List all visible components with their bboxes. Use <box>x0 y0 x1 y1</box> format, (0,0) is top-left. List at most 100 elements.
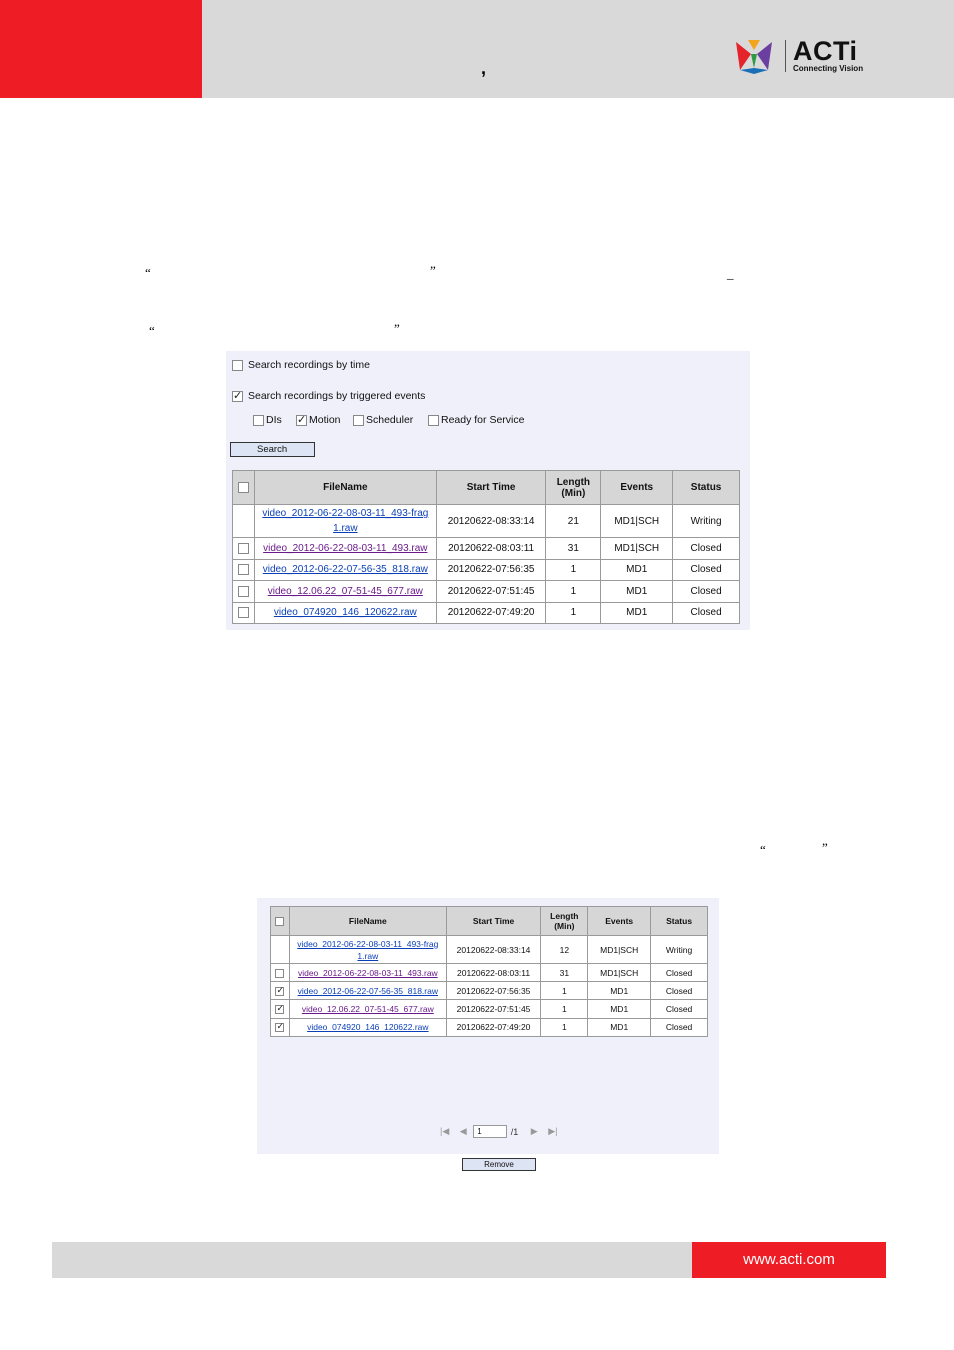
status-cell: Closed <box>672 601 740 624</box>
status-cell: Closed <box>672 580 740 603</box>
filename-cell: video_074920_146_120622.raw <box>288 1017 447 1037</box>
event-checkbox-ready-for-service[interactable] <box>428 414 439 426</box>
table-row: video_12.06.22_07-51-45_677.raw 20120622… <box>232 580 740 603</box>
select-all-cell[interactable] <box>270 906 290 936</box>
row-checkbox[interactable] <box>275 968 285 978</box>
row-checkbox[interactable] <box>275 985 285 996</box>
filename-link[interactable]: video_2012-06-22-08-03-11_493-frag 1.raw <box>262 508 428 534</box>
filename-link[interactable]: video_2012-06-22-07-56-35_818.raw <box>298 986 438 996</box>
status-cell: Closed <box>650 1017 708 1037</box>
length-cell: 31 <box>540 962 589 983</box>
filename-link[interactable]: video_12.06.22_07-51-45_677.raw <box>268 586 423 597</box>
filename-link[interactable]: video_2012-06-22-07-56-35_818.raw <box>263 564 428 575</box>
remove-button[interactable]: Remove <box>462 1158 536 1171</box>
filename-cell: video_074920_146_120622.raw <box>253 601 437 624</box>
events-cell: MD1 <box>600 580 674 603</box>
footer-url[interactable]: www.acti.com <box>692 1242 886 1278</box>
quote-close: ” <box>822 840 828 855</box>
select-all-cell[interactable] <box>232 470 255 505</box>
length-cell: 1 <box>545 558 602 581</box>
column-header: FileName <box>253 470 437 505</box>
filename-link[interactable]: video_2012-06-22-08-03-11_493-frag 1.raw <box>297 939 438 961</box>
column-header: Events <box>600 470 674 505</box>
start-time-cell: 20120622-08:03:11 <box>445 962 542 983</box>
row-checkbox[interactable] <box>237 564 249 576</box>
table-header-row: FileName Start Time Length (Min) Events S… <box>270 906 708 936</box>
page-number-input[interactable]: 1 <box>473 1125 508 1138</box>
filename-link[interactable]: video_2012-06-22-08-03-11_493.raw <box>263 543 427 554</box>
events-cell: MD1 <box>600 601 674 624</box>
select-all-checkbox[interactable] <box>275 917 285 927</box>
column-header: Events <box>587 906 652 936</box>
search-by-time-label: Search recordings by time <box>248 359 370 371</box>
event-option-ready-for-service[interactable]: Ready for Service <box>428 414 524 426</box>
start-time-cell: 20120622-08:33:14 <box>445 935 542 964</box>
table-row: video_074920_146_120622.raw 20120622-07:… <box>232 601 740 624</box>
search-by-time-option[interactable]: Search recordings by time <box>232 359 370 371</box>
search-by-time-checkbox[interactable] <box>232 359 243 371</box>
event-checkbox-scheduler[interactable] <box>353 414 364 426</box>
row-checkbox[interactable] <box>275 1003 285 1015</box>
filename-link[interactable]: video_2012-06-22-08-03-11_493.raw <box>298 968 438 978</box>
first-page-icon[interactable]: |◀ <box>440 1126 449 1137</box>
quote-close: ” <box>430 263 436 278</box>
row-checkbox[interactable] <box>237 542 249 554</box>
column-header: FileName <box>288 906 447 936</box>
start-time-cell: 20120622-07:51:45 <box>435 580 547 603</box>
row-checkbox-cell[interactable] <box>270 962 290 983</box>
events-cell: MD1|SCH <box>600 537 674 560</box>
status-cell: Closed <box>672 537 740 560</box>
row-checkbox-cell[interactable] <box>232 537 255 560</box>
start-time-cell: 20120622-07:56:35 <box>435 558 547 581</box>
row-checkbox-cell[interactable] <box>232 580 255 603</box>
event-option-dis[interactable]: DIs <box>253 414 282 426</box>
header-comma: , <box>481 58 487 78</box>
event-label-dis: DIs <box>266 414 282 426</box>
last-page-icon[interactable]: ▶| <box>548 1126 557 1137</box>
search-by-events-checkbox[interactable] <box>232 389 243 402</box>
row-checkbox-cell[interactable] <box>232 558 255 581</box>
events-cell: MD1|SCH <box>587 962 652 983</box>
event-option-motion[interactable]: Motion <box>296 413 341 426</box>
filename-link[interactable]: video_074920_146_120622.raw <box>307 1022 428 1032</box>
logo-wordmark: ACTi <box>793 36 858 66</box>
filename-cell: video_2012-06-22-07-56-35_818.raw <box>253 558 437 581</box>
events-cell: MD1 <box>587 1017 652 1037</box>
column-header: Start Time <box>445 906 542 936</box>
table-row: video_12.06.22_07-51-45_677.raw 20120622… <box>270 999 708 1019</box>
table-row: video_2012-06-22-07-56-35_818.raw 201206… <box>232 558 740 581</box>
row-checkbox-cell[interactable] <box>270 981 290 1001</box>
length-cell: 1 <box>540 999 589 1019</box>
status-cell: Closed <box>672 558 740 581</box>
row-checkbox[interactable] <box>237 585 249 597</box>
select-all-checkbox[interactable] <box>237 481 249 493</box>
filename-link[interactable]: video_074920_146_120622.raw <box>274 607 417 618</box>
filename-cell: video_12.06.22_07-51-45_677.raw <box>253 580 437 603</box>
length-cell: 21 <box>545 504 602 538</box>
table-header-row: FileName Start Time Length (Min) Events S… <box>232 470 740 505</box>
events-cell: MD1 <box>600 558 674 581</box>
events-cell: MD1 <box>587 999 652 1019</box>
event-option-scheduler[interactable]: Scheduler <box>353 414 413 426</box>
row-checkbox-cell[interactable] <box>232 601 255 624</box>
filename-cell: video_2012-06-22-08-03-11_493-frag 1.raw <box>288 935 447 964</box>
filename-link[interactable]: video_12.06.22_07-51-45_677.raw <box>302 1004 434 1014</box>
prev-page-icon[interactable]: ◀ <box>460 1126 467 1137</box>
row-checkbox-cell[interactable] <box>270 999 290 1019</box>
table-row: video_2012-06-22-08-03-11_493-frag 1.raw … <box>232 504 740 538</box>
column-header: Length (Min) <box>540 906 589 936</box>
recordings-table: FileName Start Time Length (Min) Events S… <box>232 470 740 624</box>
column-header: Length (Min) <box>545 470 602 505</box>
header-red-block <box>0 0 202 98</box>
row-checkbox[interactable] <box>275 1021 285 1033</box>
event-label-scheduler: Scheduler <box>366 414 414 426</box>
search-by-events-option[interactable]: Search recordings by triggered events <box>232 389 425 402</box>
row-checkbox-cell[interactable] <box>270 1017 290 1037</box>
table-row: video_074920_146_120622.raw 20120622-07:… <box>270 1017 708 1037</box>
event-checkbox-motion[interactable] <box>296 413 307 426</box>
row-checkbox[interactable] <box>237 607 249 619</box>
filename-cell: video_2012-06-22-07-56-35_818.raw <box>288 981 447 1001</box>
next-page-icon[interactable]: ▶ <box>531 1126 538 1137</box>
event-checkbox-dis[interactable] <box>253 414 264 426</box>
search-button[interactable]: Search <box>230 442 315 457</box>
